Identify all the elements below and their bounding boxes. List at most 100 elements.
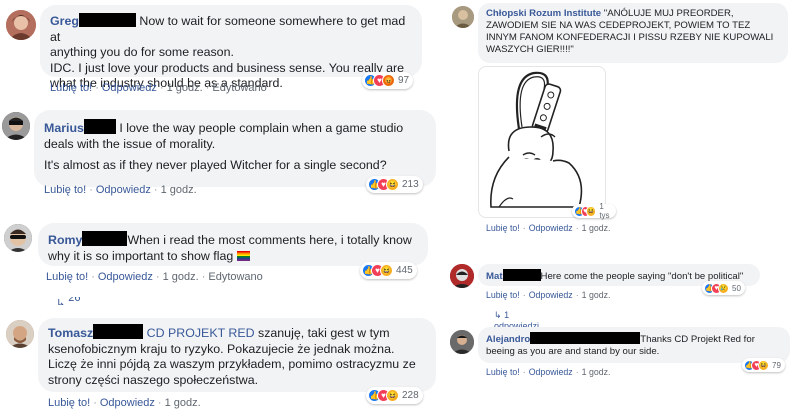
avatar-photo [4,224,32,252]
like-link[interactable]: Lubię to! [486,290,520,300]
comment-text-line: It's almost as if they never played Witc… [44,158,387,172]
timestamp[interactable]: 1 godz. [167,82,203,94]
replies-count: 26 odpowiedzi [56,297,111,305]
avatar-photo [452,6,474,28]
redaction-bar [93,324,144,339]
reaction-summary[interactable]: 👍 ♥ 😆 445 [360,262,417,279]
avatar[interactable] [6,10,36,40]
reply-link[interactable]: Odpowiedz [98,271,153,283]
redaction-bar [82,231,128,246]
timestamp[interactable]: 1 godz. [163,271,199,283]
comment-actions: Lubię to! · Odpowiedz · 1 godz. [48,397,201,409]
comment-bubble: Greg Now to wait for someone somewhere t… [40,5,422,90]
reaction-summary[interactable]: 👍 ♥ 😡 97 [362,72,414,89]
reply-link[interactable]: Odpowiedz [529,223,573,233]
comment-actions: Lubię to! · Odpowiedz · 1 godz. [486,367,611,377]
avatar-photo [450,330,474,354]
like-link[interactable]: Lubię to! [50,82,92,94]
reaction-summary[interactable]: 👍 ♥ 😆 79 [742,358,785,372]
comment-bubble: Alejandro Thanks CD Projekt Red for beein… [478,327,790,363]
comment-text-line: Thanks CD Projekt Red for [640,334,755,345]
haha-reaction-icon: 😆 [585,205,597,217]
reaction-summary[interactable]: 👍 ♥ 😢 50 [702,281,745,295]
reply-link[interactable]: Odpowiedz [529,367,573,377]
like-link[interactable]: Lubię to! [46,271,88,283]
timestamp[interactable]: 1 godz. [582,367,611,377]
comment-text-line: deals with the issue of morality. [44,136,216,151]
avatar[interactable] [2,112,30,140]
timestamp[interactable]: 1 godz. [582,223,611,233]
edited-label[interactable]: Edytowano [208,271,262,283]
reaction-summary[interactable]: 👍 ♥ 😆 213 [366,176,423,193]
reply-link[interactable]: Odpowiedz [529,290,573,300]
comment-bubble: Chłopski Rozum Institute "ANÓLUJE MUJ PR… [478,3,788,63]
comment-text-line: beeing as you are and stand by our side. [486,346,660,357]
reaction-count: 1 tys [599,202,610,220]
comment-actions: Lubię to! · Odpowiedz · 1 godz. [486,223,611,233]
reaction-count: 79 [772,360,781,370]
edited-label[interactable]: Edytowano [212,82,266,94]
reply-link[interactable]: Odpowiedz [102,82,157,94]
avatar-photo [450,264,474,288]
like-link[interactable]: Lubię to! [44,184,86,196]
reaction-count: 213 [402,179,419,190]
timestamp[interactable]: 1 godz. [165,397,201,409]
redaction-bar [530,332,641,344]
avatar[interactable] [6,320,34,348]
comment-author[interactable]: Marius [44,121,84,135]
comment-actions: Lubię to! · Odpowiedz · 1 godz. [44,184,197,196]
avatar[interactable] [450,330,474,354]
comment-text-line: "ANÓLUJE MUJ PREORDER, [603,8,734,19]
avatar-photo [6,320,34,348]
timestamp[interactable]: 1 godz. [582,290,611,300]
comment-text-line: IDC. I just love your products and busin… [50,60,405,75]
redaction-bar [83,119,116,134]
comment-bubble: Romy When i read the most comments here, … [38,223,428,266]
page-mention-link[interactable]: CD PROJEKT RED [147,326,255,340]
reaction-summary[interactable]: 👍 ♥ 😆 228 [366,387,423,404]
reply-link[interactable]: Odpowiedz [100,397,155,409]
sad-reaction-icon: 😢 [718,282,729,294]
reaction-count: 97 [398,75,410,86]
comment-actions: Lubię to! · Odpowiedz · 1 godz. [486,290,611,300]
avatar[interactable] [452,6,474,28]
comment-text-line: ksenofobicznym kraju to ryzyko. Pokazuje… [48,341,395,356]
like-link[interactable]: Lubię to! [48,397,90,409]
comment-author[interactable]: Mat [486,271,503,282]
haha-reaction-icon: 😆 [386,389,399,402]
wojak-power-strip-drawing [490,71,583,208]
comment-text-line: Liczę że inni pójdą za waszym przykładem… [48,357,416,371]
comment-author[interactable]: Greg [50,14,79,28]
comment-author[interactable]: Alejandro [486,334,530,345]
rainbow-flag-icon [236,250,250,261]
reaction-summary[interactable]: 👍♥😆1 tys [572,202,617,220]
like-link[interactable]: Lubię to! [486,223,520,233]
reply-arrow-icon: ↳ [494,310,502,320]
comment-text-line: WASZYCH GIER!!!!" [486,44,574,55]
haha-reaction-icon: 😆 [758,359,769,371]
comment-author[interactable]: Romy [48,233,82,247]
comment-text-line: szanuję, taki gest w tym [258,326,390,340]
avatar[interactable] [450,264,474,288]
reaction-count: 50 [732,283,741,293]
avatar[interactable] [4,224,32,252]
comment-author[interactable]: Tomasz [48,326,93,340]
comment-text-line: When i read the most comments here, i to… [127,233,412,247]
reaction-count: 228 [402,390,419,401]
angry-reaction-icon: 😡 [382,74,395,87]
view-replies-link[interactable]: ↳ 26 odpowiedzi [56,297,111,305]
redaction-bar [502,269,541,281]
reply-link[interactable]: Odpowiedz [96,184,151,196]
comment-bubble: Tomasz CD PROJEKT RED szanuję, taki gest… [38,318,436,392]
avatar-photo [6,10,36,40]
like-link[interactable]: Lubię to! [486,367,520,377]
comment-text-line: why it is so important to show flag [48,248,234,263]
comment-text-line: anything you do for some reason. [50,45,234,59]
comment-actions: Lubię to! · Odpowiedz · 1 godz. · Edytowano [50,82,267,94]
comment-text-line: ZAWODIEM SIE NA WAS CEDEPROJEKT, POWIEM … [486,20,751,31]
timestamp[interactable]: 1 godz. [161,184,197,196]
comment-author[interactable]: Chłopski Rozum Institute [486,8,601,19]
attached-meme-image[interactable] [478,66,606,218]
haha-reaction-icon: 😆 [386,178,399,191]
reaction-count: 445 [396,265,413,276]
